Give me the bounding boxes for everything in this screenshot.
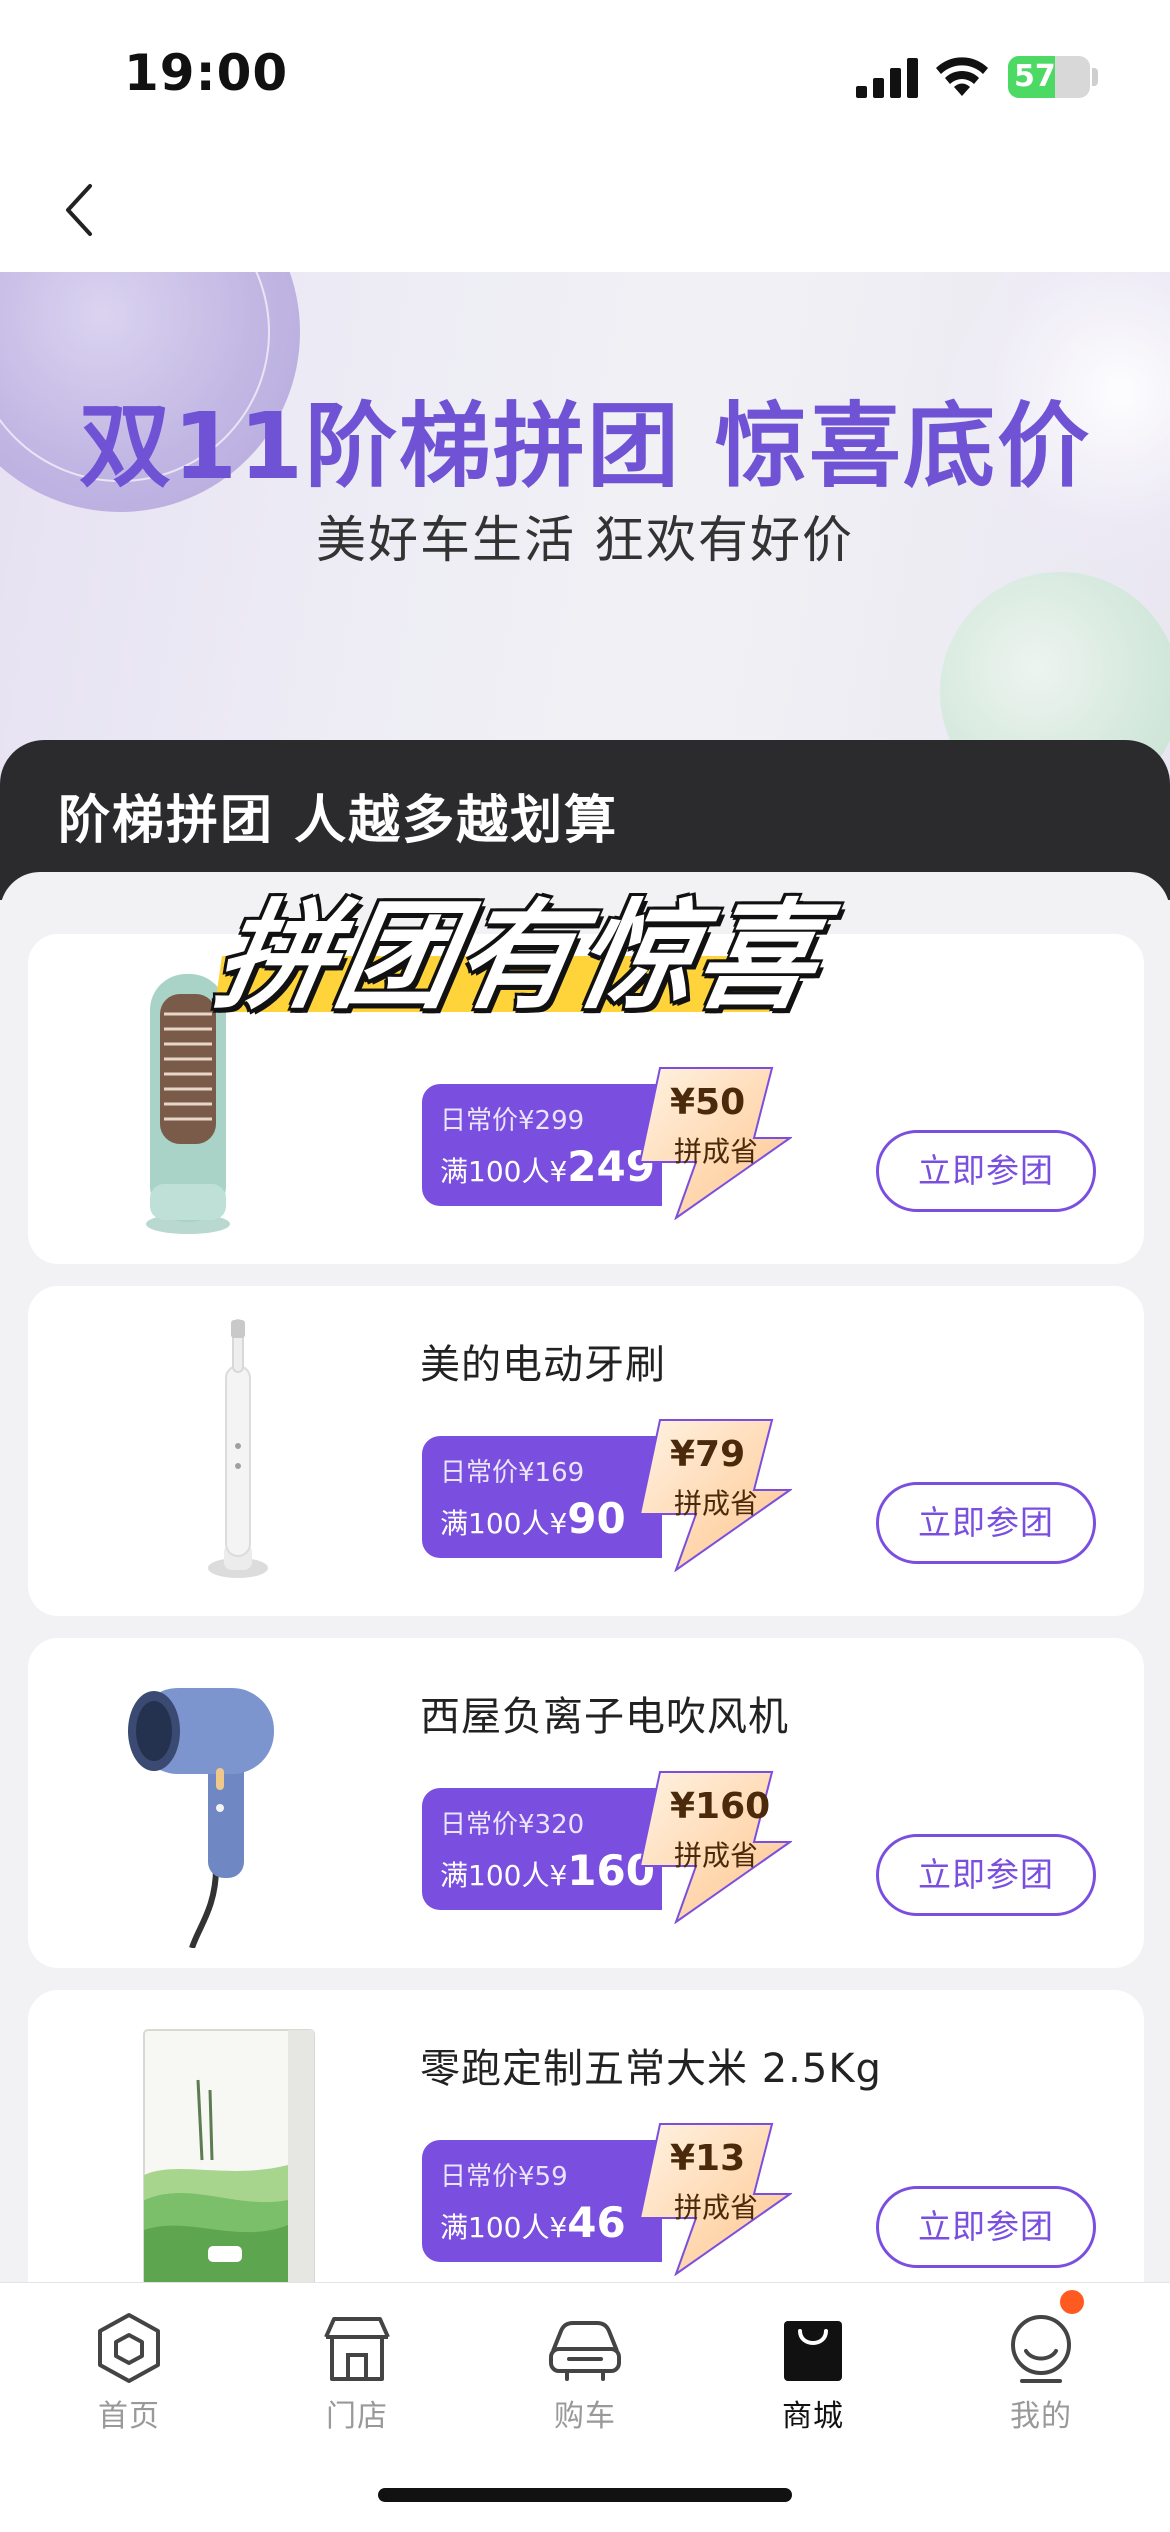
price-box: 日常价¥169 满100人¥90 <box>422 1436 662 1558</box>
save-label: 拼成省 <box>674 1135 759 1168</box>
tab-label: 商城 <box>782 2399 844 2434</box>
tab-label: 首页 <box>98 2399 160 2434</box>
cellular-signal-icon <box>856 58 918 98</box>
wifi-icon <box>936 57 988 96</box>
price-box: 日常价¥299 满100人¥249 <box>422 1084 662 1206</box>
rice-box-image <box>143 2029 315 2282</box>
save-amount: ¥50 <box>670 1082 746 1123</box>
product-list[interactable]: 日常价¥299 满100人¥249 ¥50 拼成省 立即参团 美的电动牙刷 日常… <box>0 872 1170 2282</box>
product-card[interactable]: 西屋负离子电吹风机 日常价¥320 满100人¥160 ¥160 拼成省 立即参… <box>28 1638 1144 1968</box>
notification-dot <box>1060 2290 1084 2314</box>
original-price: 日常价¥299 <box>440 1106 585 1136</box>
store-icon <box>324 2317 390 2381</box>
product-name: 零跑定制五常大米 2.5Kg <box>420 2046 882 2092</box>
group-price: 满100人¥160 <box>440 1846 655 1895</box>
tab-mall[interactable]: 商城 <box>696 2299 930 2449</box>
tab-store[interactable]: 门店 <box>240 2299 474 2449</box>
section-title: 阶梯拼团 人越多越划算 <box>58 791 619 851</box>
save-label: 拼成省 <box>674 1839 759 1872</box>
save-label: 拼成省 <box>674 2191 759 2224</box>
status-time: 19:00 <box>124 44 289 102</box>
tab-label: 购车 <box>554 2399 616 2434</box>
join-group-button[interactable]: 立即参团 <box>876 1482 1096 1564</box>
save-amount: ¥79 <box>670 1434 746 1475</box>
original-price: 日常价¥169 <box>440 1458 585 1488</box>
hexagon-home-icon <box>98 2313 160 2383</box>
hair-dryer-image <box>128 1688 274 1948</box>
save-amount: ¥13 <box>670 2138 746 2179</box>
promo-banner: 双11阶梯拼团 惊喜底价 美好车生活 狂欢有好价 <box>0 272 1170 792</box>
tab-home[interactable]: 首页 <box>12 2299 246 2449</box>
join-group-button[interactable]: 立即参团 <box>876 2186 1096 2268</box>
home-indicator[interactable] <box>378 2488 792 2502</box>
battery-tip <box>1092 68 1098 86</box>
car-icon <box>549 2321 621 2381</box>
nav-bar <box>0 150 1170 272</box>
product-name: 美的电动牙刷 <box>420 1342 666 1388</box>
promo-sticker: 拼团有惊喜 <box>200 860 830 1025</box>
save-label: 拼成省 <box>674 1487 759 1520</box>
sticker-text: 拼团有惊喜 <box>205 887 831 1025</box>
group-price: 满100人¥90 <box>440 1494 626 1543</box>
save-amount: ¥160 <box>670 1786 771 1827</box>
price-box: 日常价¥320 满100人¥160 <box>422 1788 662 1910</box>
product-card[interactable]: 美的电动牙刷 日常价¥169 满100人¥90 ¥79 拼成省 立即参团 <box>28 1286 1144 1616</box>
battery-level: 57 <box>1014 59 1056 94</box>
banner-subtitle: 美好车生活 狂欢有好价 <box>316 511 854 569</box>
group-price: 满100人¥46 <box>440 2198 626 2247</box>
original-price: 日常价¥59 <box>440 2162 568 2192</box>
join-group-button[interactable]: 立即参团 <box>876 1834 1096 1916</box>
price-box: 日常价¥59 满100人¥46 <box>422 2140 662 2262</box>
tab-buy-car[interactable]: 购车 <box>468 2299 702 2449</box>
battery-icon: 57 <box>1008 56 1090 98</box>
shopping-bag-icon <box>784 2321 842 2381</box>
tab-label: 我的 <box>1010 2399 1072 2434</box>
electric-toothbrush-image <box>208 1319 268 1578</box>
profile-icon <box>1011 2315 1071 2383</box>
join-group-button[interactable]: 立即参团 <box>876 1130 1096 1212</box>
original-price: 日常价¥320 <box>440 1810 585 1840</box>
tab-label: 门店 <box>326 2399 388 2434</box>
banner-title: 双11阶梯拼团 惊喜底价 <box>78 393 1092 500</box>
product-card[interactable]: 零跑定制五常大米 2.5Kg 日常价¥59 满100人¥46 ¥13 拼成省 立… <box>28 1990 1144 2282</box>
tab-profile[interactable]: 我的 <box>924 2299 1158 2449</box>
status-bar: 19:00 57 <box>0 0 1170 150</box>
product-name: 西屋负离子电吹风机 <box>420 1694 789 1740</box>
group-price: 满100人¥249 <box>440 1142 655 1191</box>
chevron-left-icon <box>66 184 92 236</box>
back-button[interactable] <box>40 170 120 250</box>
